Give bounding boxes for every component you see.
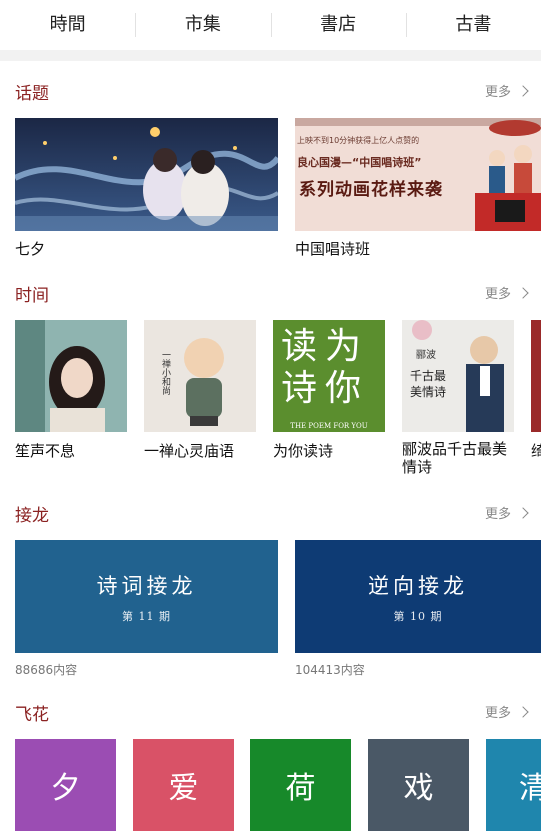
time-card-4[interactable]: 郦波 千古最美情诗 <box>402 320 514 432</box>
chevron-right-icon <box>517 705 529 718</box>
more-label: 更多 <box>484 706 511 721</box>
top-nav: 時間 市集 書店 古書 <box>0 0 541 50</box>
jielong-card-1[interactable]: 诗词接龙 第 11 期 <box>15 540 278 653</box>
feihua-chip[interactable]: 戏 <box>368 739 469 831</box>
jielong-card-2[interactable]: 逆向接龙 第 10 期 <box>295 540 541 653</box>
more-label: 更多 <box>484 287 511 302</box>
chevron-right-icon <box>517 84 529 97</box>
girl-photo <box>15 320 127 432</box>
banner-line: 上映不到10分钟获得上亿人点赞的 <box>297 136 420 145</box>
time-caption: 郦波品千古最美情诗 <box>402 440 508 476</box>
art-text: 郦波 <box>416 350 436 361</box>
banner-line: 良心国漫—“中国唱诗班” <box>297 156 422 169</box>
jielong-period: 第 10 期 <box>393 609 443 623</box>
topic-card-qixi[interactable] <box>15 118 278 231</box>
time-card-2[interactable]: 一禅小和尚 <box>144 320 256 432</box>
more-link-time[interactable]: 更多 <box>484 283 529 302</box>
section-title-feihua: 飞花 <box>15 705 49 725</box>
time-card-3[interactable]: 读为诗你 THE POEM FOR YOU <box>273 320 385 432</box>
chevron-right-icon <box>517 506 529 519</box>
time-caption: 笙声不息 <box>15 442 76 460</box>
section-title-time: 时间 <box>15 286 49 306</box>
tab-market[interactable]: 市集 <box>135 0 270 50</box>
time-card-5[interactable] <box>531 320 541 432</box>
jielong-count: 88686内容 <box>15 663 78 677</box>
tab-time[interactable]: 時間 <box>0 0 135 50</box>
topic-caption: 七夕 <box>15 240 46 258</box>
tab-bookstore[interactable]: 書店 <box>270 0 406 50</box>
art-text: 读为诗你 <box>281 326 370 409</box>
time-caption: 为你读诗 <box>273 442 334 460</box>
time-card-1[interactable] <box>15 320 127 432</box>
more-link-feihua[interactable]: 更多 <box>484 702 529 721</box>
feihua-chip[interactable]: 清 <box>486 739 541 831</box>
section-title-topics: 话题 <box>15 84 49 104</box>
feihua-char: 清 <box>519 771 541 806</box>
jielong-count: 104413内容 <box>295 663 365 677</box>
more-label: 更多 <box>484 85 511 100</box>
art-text: 千古最美情诗 <box>410 369 447 399</box>
time-caption: 绮 <box>531 442 541 460</box>
jielong-title: 逆向接龙 <box>368 573 468 598</box>
divider <box>0 50 541 61</box>
choir-illustration <box>475 120 541 231</box>
feihua-chip[interactable]: 夕 <box>15 739 116 831</box>
more-label: 更多 <box>484 507 511 522</box>
jielong-period: 第 11 期 <box>122 609 171 623</box>
jielong-title: 诗词接龙 <box>96 573 197 598</box>
chevron-right-icon <box>517 286 529 299</box>
art-text: THE POEM FOR YOU <box>290 422 368 430</box>
banner-line: 系列动画花样来袭 <box>299 180 443 200</box>
qixi-illustration <box>15 118 278 231</box>
art-text: 一禅小和尚 <box>160 350 170 395</box>
more-link-topics[interactable]: 更多 <box>484 81 529 100</box>
feihua-chip[interactable]: 荷 <box>250 739 351 831</box>
tab-ancient-books[interactable]: 古書 <box>405 0 541 50</box>
topic-card-choir[interactable]: 上映不到10分钟获得上亿人点赞的 良心国漫—“中国唱诗班” 系列动画花样来袭 <box>295 118 541 231</box>
time-caption: 一禅心灵庙语 <box>144 442 235 460</box>
topic-caption: 中国唱诗班 <box>295 240 371 258</box>
more-link-jielong[interactable]: 更多 <box>484 503 529 522</box>
section-title-jielong: 接龙 <box>15 506 49 526</box>
feihua-chip[interactable]: 爱 <box>133 739 234 831</box>
